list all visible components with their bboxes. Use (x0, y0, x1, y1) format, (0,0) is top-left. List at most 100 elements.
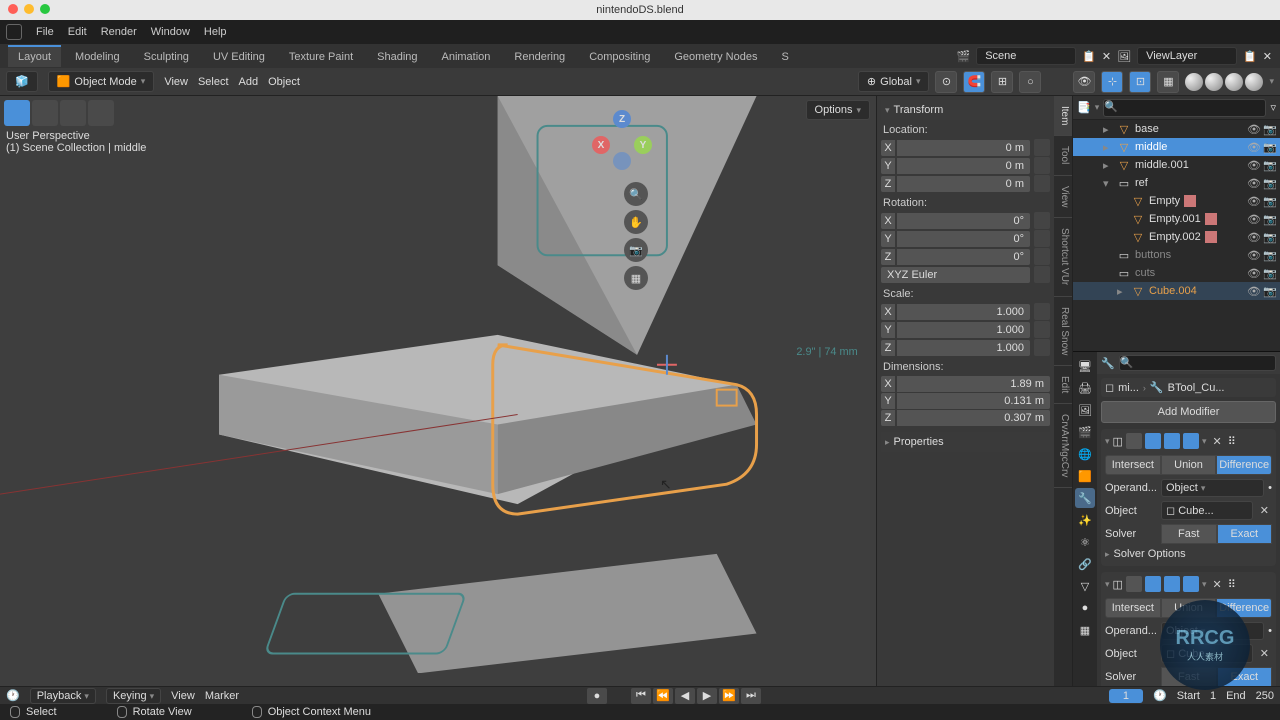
keyframe-next-icon[interactable]: ⏩ (719, 688, 739, 704)
loc-z[interactable]: 0 m (897, 176, 1030, 192)
rot-x[interactable]: 0° (897, 213, 1030, 229)
props-search[interactable]: 🔍 (1119, 355, 1276, 371)
mod-delete-icon[interactable]: ✕ (1209, 435, 1224, 448)
tab-animation[interactable]: Animation (432, 45, 501, 67)
overlay-toggle-icon[interactable]: ⊡ (1129, 71, 1151, 93)
operand-object[interactable]: ◻ Cube... (1161, 501, 1253, 520)
shading-matprev-icon[interactable] (1225, 73, 1243, 91)
perspective-icon[interactable]: ▦ (624, 266, 648, 290)
orientation-dropdown[interactable]: ⊕Global▾ (858, 71, 930, 92)
ptab-constraints[interactable]: 🔗 (1075, 554, 1095, 574)
hdr-select[interactable]: Select (198, 76, 229, 88)
pivot-icon[interactable]: ⊙ (935, 71, 957, 93)
ptab-render[interactable]: 🖥 (1075, 356, 1095, 376)
rot-y[interactable]: 0° (897, 231, 1030, 247)
xray-icon[interactable]: ▦ (1157, 71, 1179, 93)
filter-icon[interactable]: ▿ (1270, 101, 1276, 114)
viewlayer-delete-icon[interactable]: ✕ (1263, 50, 1272, 63)
ptab-material[interactable]: ● (1075, 598, 1095, 618)
rotation-mode[interactable]: XYZ Euler (881, 267, 1030, 283)
lock-icon[interactable] (1034, 266, 1050, 283)
mod-render-icon[interactable] (1164, 576, 1180, 592)
end-frame[interactable]: 250 (1256, 690, 1274, 702)
mod-realtime-icon[interactable] (1126, 433, 1142, 449)
ptab-viewlayer[interactable]: 🖼 (1075, 400, 1095, 420)
ptab-texture[interactable]: ▦ (1075, 620, 1095, 640)
clear-object-icon[interactable]: ✕ (1257, 504, 1272, 517)
outliner-item-empty-001[interactable]: ▽Empty.001👁📷 (1073, 210, 1280, 228)
scene-new-icon[interactable]: 📋 (1082, 50, 1096, 63)
operand-type[interactable]: Object ▾ (1161, 479, 1264, 497)
hdr-add[interactable]: Add (239, 76, 259, 88)
mod-editmode-icon[interactable] (1145, 576, 1161, 592)
tl-marker[interactable]: Marker (205, 690, 239, 702)
scl-x[interactable]: 1.000 (897, 304, 1030, 320)
gizmo-visibility-icon[interactable]: 👁 (1073, 71, 1095, 93)
tab-modeling[interactable]: Modeling (65, 45, 130, 67)
mod-editmode-icon[interactable] (1145, 433, 1161, 449)
ntab-view[interactable]: View (1054, 176, 1072, 219)
tool-rotate[interactable] (88, 100, 114, 126)
tab-uv[interactable]: UV Editing (203, 45, 275, 67)
ptab-physics[interactable]: ⚛ (1075, 532, 1095, 552)
play-reverse-icon[interactable]: ◀ (675, 688, 695, 704)
editor-type-dropdown[interactable]: 🧊 (6, 71, 38, 92)
ntab-item[interactable]: Item (1054, 96, 1072, 136)
menu-edit[interactable]: Edit (68, 26, 87, 38)
mod-render-icon[interactable] (1164, 433, 1180, 449)
add-modifier-button[interactable]: Add Modifier (1101, 401, 1276, 423)
mode-dropdown[interactable]: 🟧Object Mode▾ (48, 71, 155, 92)
snap-target-icon[interactable]: ⊞ (991, 71, 1013, 93)
ptab-world[interactable]: 🌐 (1075, 444, 1095, 464)
proportional-icon[interactable]: ○ (1019, 71, 1041, 93)
scene-field[interactable]: Scene (976, 47, 1076, 65)
outliner-item-cuts[interactable]: ▭cuts👁📷 (1073, 264, 1280, 282)
outliner-item-empty[interactable]: ▽Empty👁📷 (1073, 192, 1280, 210)
current-frame[interactable]: 1 (1109, 689, 1143, 703)
outliner-type-icon[interactable]: 📑 (1077, 101, 1091, 114)
outliner-item-middle[interactable]: ▸▽middle👁📷 (1073, 138, 1280, 156)
lock-icon[interactable] (1034, 212, 1050, 229)
tl-playback[interactable]: Playback ▾ (30, 688, 96, 704)
lock-icon[interactable] (1034, 303, 1050, 320)
outliner-item-middle-001[interactable]: ▸▽middle.001👁📷 (1073, 156, 1280, 174)
zoom-icon[interactable]: 🔍 (624, 182, 648, 206)
mod-delete-icon[interactable]: ✕ (1209, 578, 1224, 591)
loc-x[interactable]: 0 m (897, 140, 1030, 156)
play-icon[interactable]: ▶ (697, 688, 717, 704)
ntab-shortcut[interactable]: Shortcut VUr (1054, 218, 1072, 296)
dim-y[interactable]: 0.131 m (897, 393, 1050, 409)
ntab-tool[interactable]: Tool (1054, 136, 1072, 175)
clock-icon[interactable]: 🕐 (1153, 689, 1167, 702)
outliner-item-empty-002[interactable]: ▽Empty.002👁📷 (1073, 228, 1280, 246)
hdr-object[interactable]: Object (268, 76, 300, 88)
camera-view-icon[interactable]: 📷 (624, 238, 648, 262)
dim-z[interactable]: 0.307 m (897, 410, 1050, 426)
3d-viewport[interactable]: Options▾ User Perspective (1) Scene Coll… (0, 96, 876, 686)
tool-select-box[interactable] (4, 100, 30, 126)
outliner-item-buttons[interactable]: ▭buttons👁📷 (1073, 246, 1280, 264)
tl-keying[interactable]: Keying ▾ (106, 688, 161, 704)
dim-x[interactable]: 1.89 m (897, 376, 1050, 392)
lock-icon[interactable] (1034, 157, 1050, 174)
lock-icon[interactable] (1034, 230, 1050, 247)
tab-compositing[interactable]: Compositing (579, 45, 660, 67)
menu-file[interactable]: File (36, 26, 54, 38)
axis-neg-icon[interactable] (613, 152, 631, 170)
outliner-item-ref[interactable]: ▾▭ref👁📷 (1073, 174, 1280, 192)
tab-texpaint[interactable]: Texture Paint (279, 45, 363, 67)
ntab-crv[interactable]: CrvArrMgcCrv (1054, 404, 1072, 488)
axis-z-icon[interactable]: Z (613, 110, 631, 128)
solver-options-header[interactable]: Solver Options (1114, 548, 1186, 560)
menu-render[interactable]: Render (101, 26, 137, 38)
mod-cage-icon[interactable] (1183, 433, 1199, 449)
solver-mode[interactable]: FastExact (1161, 524, 1272, 544)
transform-panel-header[interactable]: ▾Transform (881, 100, 1050, 120)
tab-more[interactable]: S (771, 45, 798, 67)
outliner-search[interactable]: 🔍 (1103, 99, 1266, 117)
tab-geonodes[interactable]: Geometry Nodes (664, 45, 767, 67)
scene-browse-icon[interactable]: 🎬 (956, 50, 970, 63)
outliner-item-base[interactable]: ▸▽base👁📷 (1073, 120, 1280, 138)
menu-help[interactable]: Help (204, 26, 227, 38)
viewlayer-field[interactable]: ViewLayer (1137, 47, 1237, 65)
